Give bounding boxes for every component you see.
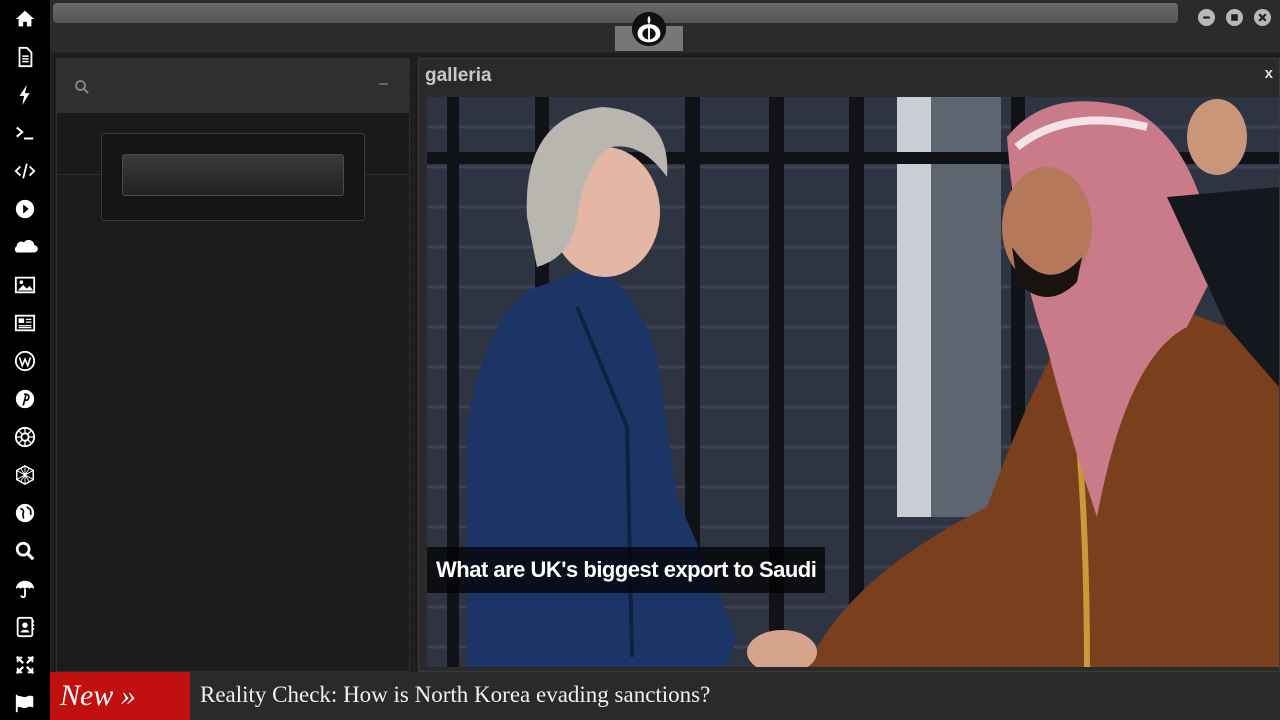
maximize-icon [1231, 14, 1238, 21]
minimize-icon [1203, 16, 1210, 19]
maximize-window-button[interactable] [1226, 9, 1243, 26]
address-bar[interactable] [53, 3, 1178, 23]
umbrella-icon[interactable] [12, 576, 38, 602]
code-icon[interactable] [12, 158, 38, 184]
minimize-window-button[interactable] [1198, 9, 1215, 26]
close-window-button[interactable] [1254, 9, 1271, 26]
ticker-badge: New » [50, 672, 190, 720]
ticker-headline[interactable]: Reality Check: How is North Korea evadin… [200, 682, 710, 708]
lightning-icon[interactable] [12, 82, 38, 108]
flag-icon[interactable] [12, 690, 38, 716]
search-input[interactable] [122, 154, 344, 196]
globe-icon[interactable] [12, 500, 38, 526]
search-box [101, 133, 365, 221]
home-icon[interactable] [12, 6, 38, 32]
search-panel-header: – [57, 59, 409, 113]
panel-minimize-button[interactable]: – [379, 75, 388, 93]
news-ticker: New » Reality Check: How is North Korea … [50, 672, 1280, 720]
fullscreen-icon[interactable] [12, 652, 38, 678]
cloud-icon[interactable] [10, 234, 40, 260]
rebel-alliance-logo-icon[interactable] [630, 10, 668, 48]
gallery-title: galleria [425, 65, 492, 86]
search-panel: – [56, 58, 410, 672]
sidebar-rail [0, 0, 50, 720]
wordpress-icon[interactable] [12, 348, 38, 374]
top-bar [50, 0, 1280, 52]
pinterest-icon[interactable] [12, 386, 38, 412]
close-icon [1258, 13, 1267, 22]
search-icon[interactable] [74, 79, 90, 95]
document-icon[interactable] [12, 44, 38, 70]
gallery-caption: What are UK's biggest export to Saudi [427, 547, 826, 593]
play-icon[interactable] [12, 196, 38, 222]
terminal-icon[interactable] [12, 120, 38, 146]
network-sphere-icon[interactable] [12, 462, 38, 488]
empire-icon[interactable] [12, 424, 38, 450]
gallery-close-button[interactable]: x [1265, 65, 1273, 82]
newspaper-icon[interactable] [12, 310, 38, 336]
gallery-panel: galleria x What are UK's biggest export … [418, 58, 1280, 672]
search-icon[interactable] [12, 538, 38, 564]
contacts-icon[interactable] [12, 614, 38, 640]
image-icon[interactable] [12, 272, 38, 298]
